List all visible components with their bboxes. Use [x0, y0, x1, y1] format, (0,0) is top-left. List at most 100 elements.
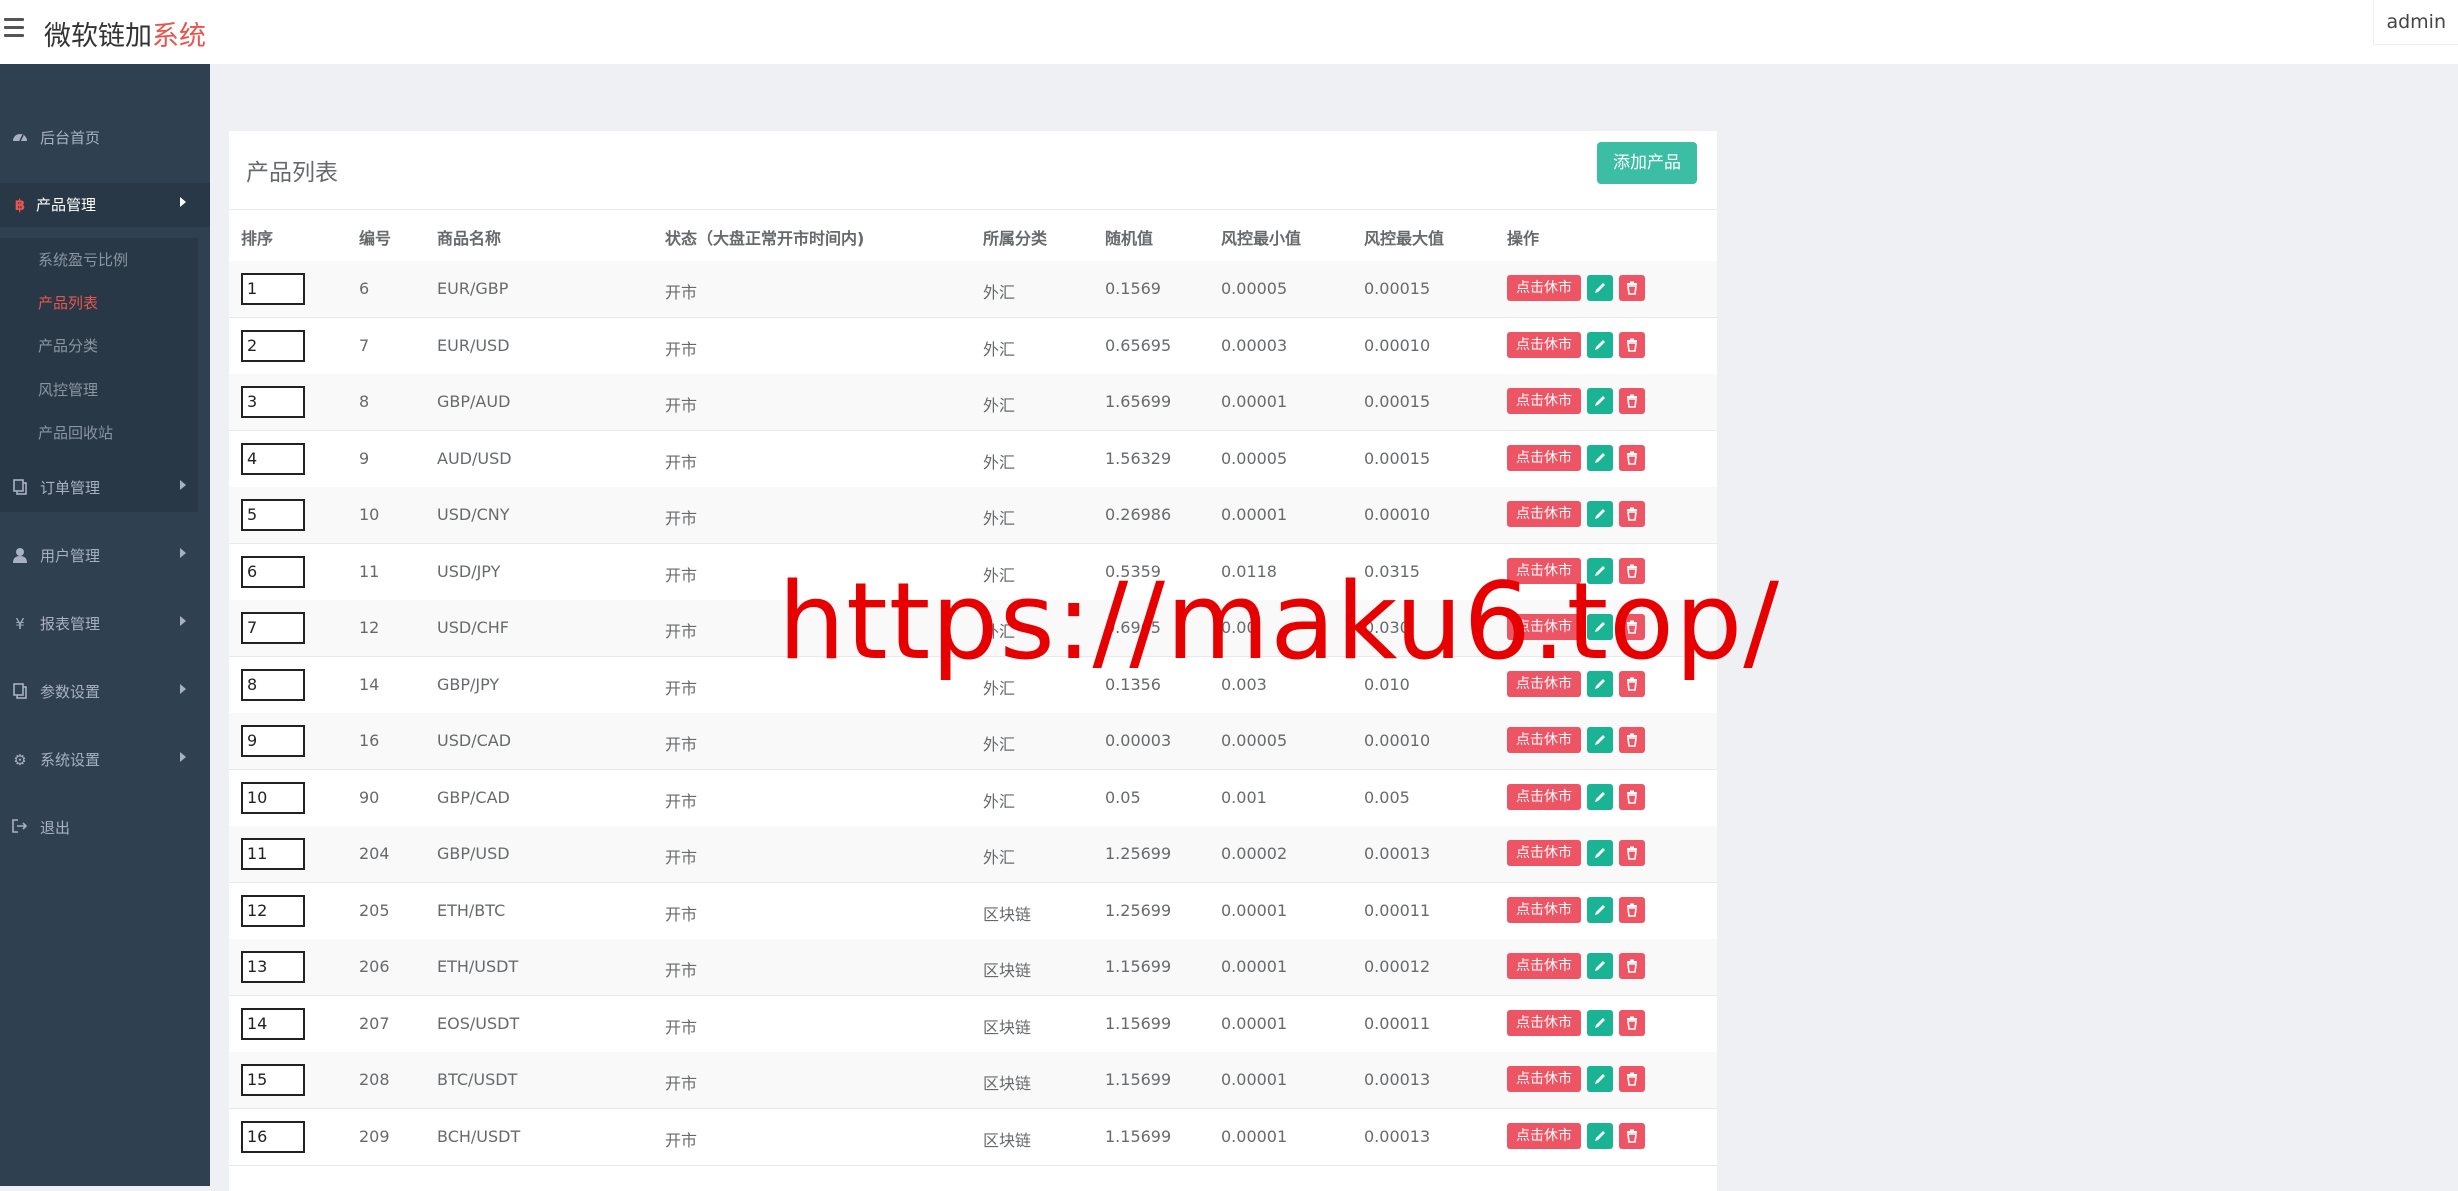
- submenu-item-product-list[interactable]: 产品列表: [38, 292, 98, 313]
- delete-trash-icon[interactable]: [1619, 1066, 1645, 1092]
- delete-trash-icon[interactable]: [1619, 388, 1645, 414]
- sort-order-input[interactable]: 2: [241, 329, 305, 362]
- sidebar-item-system-settings[interactable]: ⚙ 系统设置: [0, 738, 210, 782]
- sort-order-input[interactable]: 3: [241, 386, 305, 418]
- cell-id: 208: [359, 1070, 390, 1089]
- sort-order-input[interactable]: 8: [241, 668, 305, 701]
- delete-trash-icon[interactable]: [1619, 444, 1645, 471]
- close-market-button[interactable]: 点击休市: [1507, 501, 1581, 527]
- delete-trash-icon[interactable]: [1619, 331, 1645, 358]
- sidebar-item-reports[interactable]: ¥ 报表管理: [0, 602, 210, 646]
- delete-trash-icon[interactable]: [1619, 727, 1645, 753]
- sort-order-input[interactable]: 13: [241, 951, 305, 983]
- sort-order-input[interactable]: 14: [241, 1007, 305, 1040]
- logo-main-text: 微软链加: [44, 21, 152, 52]
- close-market-button[interactable]: 点击休市: [1507, 1009, 1581, 1036]
- cell-name: USD/CHF: [437, 618, 509, 637]
- delete-trash-icon[interactable]: [1619, 840, 1645, 866]
- caret-right-icon: [180, 548, 186, 558]
- delete-trash-icon[interactable]: [1619, 1122, 1645, 1149]
- close-market-button[interactable]: 点击休市: [1507, 1122, 1581, 1149]
- cell-id: 14: [359, 674, 380, 694]
- edit-pencil-icon[interactable]: [1587, 953, 1613, 979]
- hamburger-menu-icon[interactable]: [4, 18, 24, 38]
- close-market-button[interactable]: 点击休市: [1507, 840, 1581, 866]
- cell-risk-max: 0.00013: [1364, 844, 1431, 863]
- delete-trash-icon[interactable]: [1619, 783, 1645, 810]
- cell-id: 206: [359, 957, 390, 976]
- sidebar-item-label: 系统设置: [40, 751, 101, 769]
- cell-name: ETH/USDT: [437, 957, 519, 976]
- cell-name: GBP/JPY: [437, 674, 500, 694]
- sign-out-icon: [11, 819, 29, 837]
- sidebar-item-label: 后台首页: [40, 129, 101, 147]
- edit-pencil-icon[interactable]: [1587, 840, 1613, 866]
- caret-right-icon: [180, 752, 186, 762]
- table-row: 16 209 BCH/USDT 开市 区块链 1.15699 0.00001 0.00013 点…: [229, 1109, 1717, 1166]
- edit-pencil-icon[interactable]: [1587, 331, 1613, 358]
- sort-order-input[interactable]: 11: [241, 838, 305, 870]
- submenu-item-risk-control[interactable]: 风控管理: [38, 379, 98, 400]
- cell-risk-min: 0.00001: [1221, 1070, 1288, 1089]
- close-market-button[interactable]: 点击休市: [1507, 953, 1581, 979]
- sort-order-input[interactable]: 4: [241, 442, 305, 475]
- delete-trash-icon[interactable]: [1619, 501, 1645, 527]
- delete-trash-icon[interactable]: [1619, 1009, 1645, 1036]
- sort-order-input[interactable]: 10: [241, 781, 305, 814]
- sort-order-input[interactable]: 9: [241, 725, 305, 757]
- edit-pencil-icon[interactable]: [1587, 444, 1613, 471]
- sort-order-input[interactable]: 16: [241, 1120, 305, 1153]
- cell-category: 外汇: [983, 791, 1016, 811]
- edit-pencil-icon[interactable]: [1587, 1122, 1613, 1149]
- sort-order-input[interactable]: 12: [241, 894, 305, 927]
- close-market-button[interactable]: 点击休市: [1507, 275, 1581, 301]
- cell-category: 区块链: [983, 1074, 1032, 1093]
- close-market-button[interactable]: 点击休市: [1507, 727, 1581, 753]
- sort-order-input[interactable]: 6: [241, 555, 305, 588]
- cell-name: BTC/USDT: [437, 1070, 518, 1089]
- submenu-item-recycle-bin[interactable]: 产品回收站: [38, 422, 113, 443]
- cell-id: 209: [359, 1126, 390, 1146]
- edit-pencil-icon[interactable]: [1587, 501, 1613, 527]
- table-row: 10 90 GBP/CAD 开市 外汇 0.05 0.001 0.005 点击休市: [229, 770, 1717, 827]
- sidebar-item-orders[interactable]: 订单管理: [0, 466, 210, 510]
- sidebar-item-logout[interactable]: 退出: [0, 806, 210, 850]
- close-market-button[interactable]: 点击休市: [1507, 1066, 1581, 1092]
- sort-order-input[interactable]: 15: [241, 1064, 305, 1096]
- table-row: 14 207 EOS/USDT 开市 区块链 1.15699 0.00001 0.00011 点…: [229, 996, 1717, 1053]
- close-market-button[interactable]: 点击休市: [1507, 783, 1581, 810]
- sidebar-item-dashboard[interactable]: 后台首页: [0, 116, 210, 160]
- cell-risk-max: 0.00015: [1364, 279, 1431, 298]
- cell-id: 12: [359, 618, 380, 637]
- edit-pencil-icon[interactable]: [1587, 783, 1613, 810]
- close-market-button[interactable]: 点击休市: [1507, 444, 1581, 471]
- submenu-item-profit-ratio[interactable]: 系统盈亏比例: [38, 249, 128, 270]
- delete-trash-icon[interactable]: [1619, 275, 1645, 301]
- sort-order-input[interactable]: 7: [241, 612, 305, 644]
- edit-pencil-icon[interactable]: [1587, 896, 1613, 923]
- sidebar-item-parameters[interactable]: 参数设置: [0, 670, 210, 714]
- submenu-item-product-category[interactable]: 产品分类: [38, 335, 98, 356]
- sort-order-input[interactable]: 5: [241, 499, 305, 531]
- edit-pencil-icon[interactable]: [1587, 388, 1613, 414]
- edit-pencil-icon[interactable]: [1587, 727, 1613, 753]
- sort-order-input[interactable]: 1: [241, 273, 305, 305]
- column-header-category: 所属分类: [983, 229, 1048, 248]
- cell-risk-max: 0.005: [1364, 787, 1410, 807]
- close-market-button[interactable]: 点击休市: [1507, 388, 1581, 414]
- delete-trash-icon[interactable]: [1619, 896, 1645, 923]
- cell-status: 开市: [665, 735, 698, 754]
- sidebar-item-users[interactable]: 用户管理: [0, 534, 210, 578]
- add-product-button[interactable]: 添加产品: [1597, 142, 1697, 184]
- edit-pencil-icon[interactable]: [1587, 1009, 1613, 1036]
- user-menu[interactable]: admin: [2373, 0, 2458, 45]
- close-market-button[interactable]: 点击休市: [1507, 896, 1581, 923]
- edit-pencil-icon[interactable]: [1587, 275, 1613, 301]
- sidebar-item-products[interactable]: ฿ 产品管理: [0, 183, 210, 227]
- delete-trash-icon[interactable]: [1619, 953, 1645, 979]
- cell-status: 开市: [665, 961, 698, 980]
- sidebar-item-label: 用户管理: [40, 547, 101, 565]
- edit-pencil-icon[interactable]: [1587, 1066, 1613, 1092]
- caret-right-icon: [180, 197, 186, 207]
- close-market-button[interactable]: 点击休市: [1507, 331, 1581, 358]
